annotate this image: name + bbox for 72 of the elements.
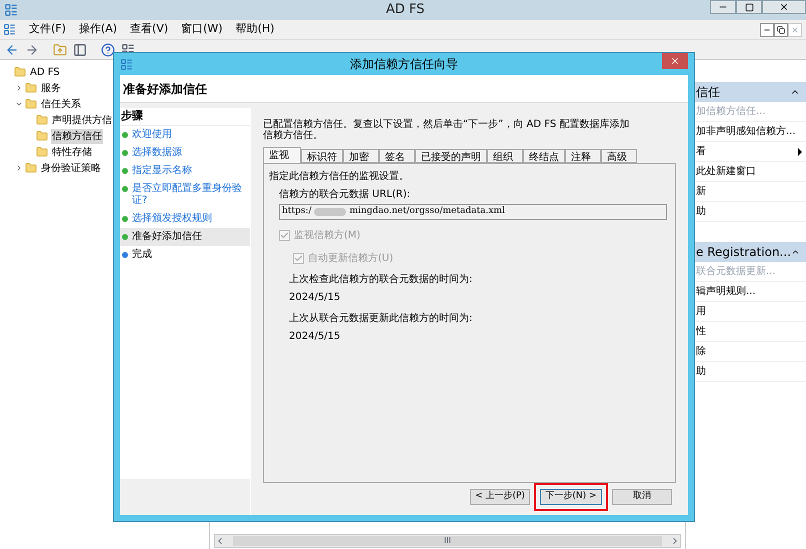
menu-item[interactable]: 操作(A) (78, 21, 118, 38)
folder-icon (36, 114, 48, 126)
dialog-title: 添加信赖方信任向导 (350, 56, 458, 73)
window-title: AD FS (386, 1, 425, 20)
menu-item[interactable]: 帮助(H) (236, 21, 274, 38)
tree-item[interactable]: 身份验证策略 (40, 160, 102, 176)
restore-button[interactable] (774, 22, 788, 36)
intro-text: 已配置信赖方信任。复查以下设置，然后单击“下一步”，向 AD FS 配置数据库添加信赖方信任。 (263, 119, 630, 141)
step-item[interactable]: 指定显示名称 (120, 162, 250, 180)
folder-icon (36, 130, 48, 142)
folder-icon (36, 146, 48, 158)
app-icon (120, 58, 133, 70)
menu-item[interactable]: 窗口(W) (181, 21, 223, 38)
help-icon[interactable] (101, 42, 115, 56)
wizard-button[interactable]: 取消 (612, 489, 672, 505)
forward-icon[interactable] (25, 42, 39, 56)
app-icon (4, 3, 18, 17)
scroll-thumb[interactable]: III (233, 536, 662, 546)
folder-icon (25, 82, 37, 94)
info-value: 2024/5/15 (289, 291, 342, 305)
tab[interactable]: 监视 (263, 147, 301, 163)
tree-item[interactable]: 服务 (40, 80, 62, 96)
folder-icon (25, 162, 37, 174)
tree-item[interactable]: 信赖方信任 (51, 128, 103, 144)
step-item[interactable]: 选择数据源 (120, 144, 250, 162)
redacted-mark (314, 208, 346, 216)
folder-icon (14, 66, 26, 78)
expand-icon[interactable] (15, 84, 23, 92)
expand-icon[interactable] (15, 164, 23, 172)
maximize-icon[interactable] (744, 2, 754, 12)
steps-title: 步骤 (120, 108, 250, 126)
tab[interactable]: 加密 (343, 149, 379, 163)
collapse-icon[interactable] (15, 100, 23, 108)
step-item[interactable]: 是否立即配置多重身份验证? (120, 180, 250, 210)
scrollbar[interactable]: III (214, 534, 681, 548)
wizard-heading: 准备好添加信任 (123, 80, 207, 98)
info-value: 2024/5/15 (289, 330, 342, 344)
close-icon[interactable] (779, 2, 789, 12)
maximize-button[interactable] (736, 0, 762, 14)
restore-icon[interactable] (777, 26, 785, 34)
tab[interactable]: 签名 (379, 149, 415, 163)
tree-item[interactable]: 特性存储 (51, 144, 93, 160)
tab-description: 指定此信赖方信任的监视设置。 (269, 170, 410, 184)
back-icon[interactable] (5, 42, 19, 56)
close-button[interactable] (762, 0, 806, 14)
close-button[interactable] (662, 53, 688, 69)
menu-item[interactable]: 查看(V) (130, 21, 168, 38)
checkbox-label: 监视信赖方(M) (294, 228, 360, 243)
tab[interactable]: 注释 (565, 149, 601, 163)
tree-item[interactable]: 声明提供方信 (51, 112, 113, 128)
tree-toggle-icon[interactable] (73, 42, 87, 56)
url-field[interactable]: https:/ mingdao.net/orgsso/metadata.xml (279, 204, 667, 220)
step-item: 完成 (120, 246, 250, 264)
info-label: 上次检查此信赖方的联合元数据的时间为: (289, 272, 474, 287)
step-item: 准备好添加信任 (120, 228, 250, 246)
tab[interactable]: 标识符 (301, 149, 343, 163)
console-icon (3, 23, 16, 36)
checkbox-label: 自动更新信赖方(U) (308, 252, 394, 266)
step-item[interactable]: 欢迎使用 (120, 126, 250, 144)
tab[interactable]: 高级 (601, 149, 637, 163)
step-item[interactable]: 选择颁发授权规则 (120, 210, 250, 228)
tab[interactable]: 组织 (487, 149, 523, 163)
tab[interactable]: 已接受的声明 (415, 149, 487, 163)
field-label: 信赖方的联合元数据 URL(R): (279, 188, 412, 202)
tree-item[interactable]: AD FS (29, 64, 61, 80)
tab[interactable]: 终结点 (523, 149, 565, 163)
folder-icon (25, 98, 37, 110)
tree-item[interactable]: 信任关系 (40, 96, 82, 112)
wizard-button[interactable]: < 上一步(P) (470, 489, 530, 505)
minimize-button[interactable] (760, 22, 774, 36)
info-label: 上次从联合元数据更新此信赖方的时间为: (289, 312, 474, 326)
menu-item[interactable]: 文件(F) (29, 21, 66, 38)
